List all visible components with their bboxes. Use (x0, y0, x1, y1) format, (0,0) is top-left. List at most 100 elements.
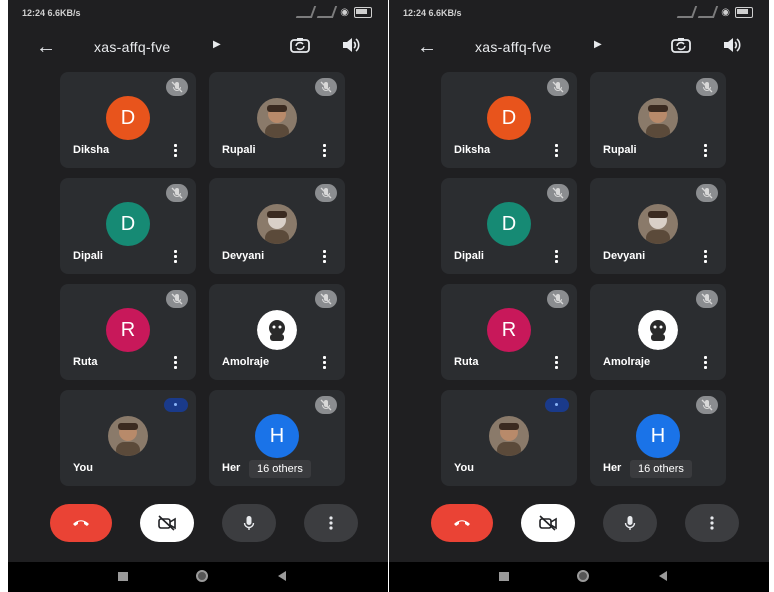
back-icon[interactable] (659, 571, 667, 581)
participant-tile[interactable]: D Diksha (60, 72, 196, 168)
mic-off-icon (315, 396, 337, 414)
recents-icon[interactable] (118, 572, 128, 581)
back-arrow-icon[interactable]: ← (36, 36, 56, 59)
more-vert-icon[interactable] (174, 144, 178, 158)
more-vert-icon[interactable] (555, 144, 559, 158)
avatar: D (487, 96, 531, 140)
more-vert-icon[interactable] (555, 250, 559, 264)
participant-name: Her (222, 462, 241, 474)
more-vert-icon[interactable] (555, 356, 559, 370)
phone-hangup-icon (73, 520, 89, 526)
participant-tile[interactable]: D Dipali (441, 178, 577, 274)
more-vert-icon[interactable] (323, 250, 327, 264)
home-icon[interactable] (196, 570, 208, 582)
participant-name: You (454, 462, 474, 474)
participant-name: Ruta (73, 356, 98, 368)
participant-name: Amolraje (603, 356, 651, 368)
participant-tile[interactable]: H Her 16 others (209, 390, 345, 486)
participant-tile[interactable]: R Ruta (60, 284, 196, 380)
more-options-button[interactable] (304, 504, 358, 542)
participant-name: Rupali (222, 144, 256, 156)
participant-name: Diksha (73, 144, 110, 156)
meeting-header: ← xas-affq-fve ▶ (389, 30, 769, 64)
battery-icon (354, 6, 372, 18)
others-count[interactable]: 16 others (249, 460, 311, 478)
mic-off-icon (696, 184, 718, 202)
chevron-right-icon[interactable]: ▶ (213, 39, 221, 50)
back-icon[interactable] (278, 571, 286, 581)
participant-tile[interactable]: Devyani (590, 178, 726, 274)
others-count[interactable]: 16 others (630, 460, 692, 478)
status-icons: ◉ (677, 6, 753, 18)
participant-name: You (73, 462, 93, 474)
avatar: H (636, 414, 680, 458)
home-icon[interactable] (577, 570, 589, 582)
mic-icon (624, 516, 636, 530)
participant-tile[interactable]: Amolraje (209, 284, 345, 380)
avatar (257, 204, 297, 244)
more-vert-icon[interactable] (704, 250, 708, 264)
recents-icon[interactable] (499, 572, 509, 581)
participant-tile[interactable]: Rupali (590, 72, 726, 168)
participant-tile[interactable]: D Dipali (60, 178, 196, 274)
more-vert-icon[interactable] (704, 144, 708, 158)
wifi-icon: ◉ (721, 6, 730, 18)
participant-tile[interactable]: H Her 16 others (590, 390, 726, 486)
avatar: R (106, 308, 150, 352)
more-vert-icon[interactable] (174, 250, 178, 264)
camera-toggle-button[interactable] (521, 504, 575, 542)
participant-tile[interactable]: D Diksha (441, 72, 577, 168)
signal-icon-2 (317, 6, 338, 18)
end-call-button[interactable] (50, 504, 112, 542)
participant-name: Her (603, 462, 622, 474)
avatar: D (106, 202, 150, 246)
back-arrow-icon[interactable]: ← (417, 36, 437, 59)
camera-flip-icon[interactable] (290, 37, 310, 53)
system-nav-bar (389, 562, 769, 592)
avatar: H (255, 414, 299, 458)
speaker-icon[interactable] (342, 37, 360, 53)
signal-icon (677, 6, 698, 18)
participant-name: Amolraje (222, 356, 270, 368)
participant-tile[interactable]: R Ruta (441, 284, 577, 380)
more-vert-icon (329, 516, 333, 530)
mic-off-icon (547, 184, 569, 202)
avatar (638, 98, 678, 138)
status-bar: 12:24 6.6KB/s ◉ (389, 0, 769, 26)
more-vert-icon[interactable] (174, 356, 178, 370)
more-vert-icon[interactable] (323, 144, 327, 158)
camera-flip-icon[interactable] (671, 37, 691, 53)
mic-toggle-button[interactable] (603, 504, 657, 542)
more-options-button[interactable] (685, 504, 739, 542)
speaker-icon[interactable] (723, 37, 741, 53)
mic-off-icon (166, 184, 188, 202)
avatar (489, 416, 529, 456)
mic-off-icon (315, 290, 337, 308)
wifi-icon: ◉ (340, 6, 349, 18)
end-call-button[interactable] (431, 504, 493, 542)
speaking-indicator (164, 398, 188, 412)
phone-hangup-icon (454, 520, 470, 526)
more-vert-icon[interactable] (323, 356, 327, 370)
mic-off-icon (696, 290, 718, 308)
participant-tile[interactable]: Rupali (209, 72, 345, 168)
more-vert-icon[interactable] (704, 356, 708, 370)
participant-tile[interactable]: You (60, 390, 196, 486)
participant-tile[interactable]: Devyani (209, 178, 345, 274)
meeting-code[interactable]: xas-affq-fve (94, 39, 171, 55)
chevron-right-icon[interactable]: ▶ (594, 39, 602, 50)
participant-name: Diksha (454, 144, 491, 156)
avatar (257, 310, 297, 350)
participant-name: Devyani (222, 250, 265, 262)
battery-icon (735, 6, 753, 18)
mic-off-icon (547, 78, 569, 96)
more-vert-icon (710, 516, 714, 530)
status-time: 12:24 6.6KB/s (403, 8, 462, 18)
participant-tile[interactable]: You (441, 390, 577, 486)
mic-toggle-button[interactable] (222, 504, 276, 542)
participant-name: Dipali (73, 250, 103, 262)
mic-off-icon (166, 78, 188, 96)
participant-tile[interactable]: Amolraje (590, 284, 726, 380)
camera-toggle-button[interactable] (140, 504, 194, 542)
meeting-code[interactable]: xas-affq-fve (475, 39, 552, 55)
